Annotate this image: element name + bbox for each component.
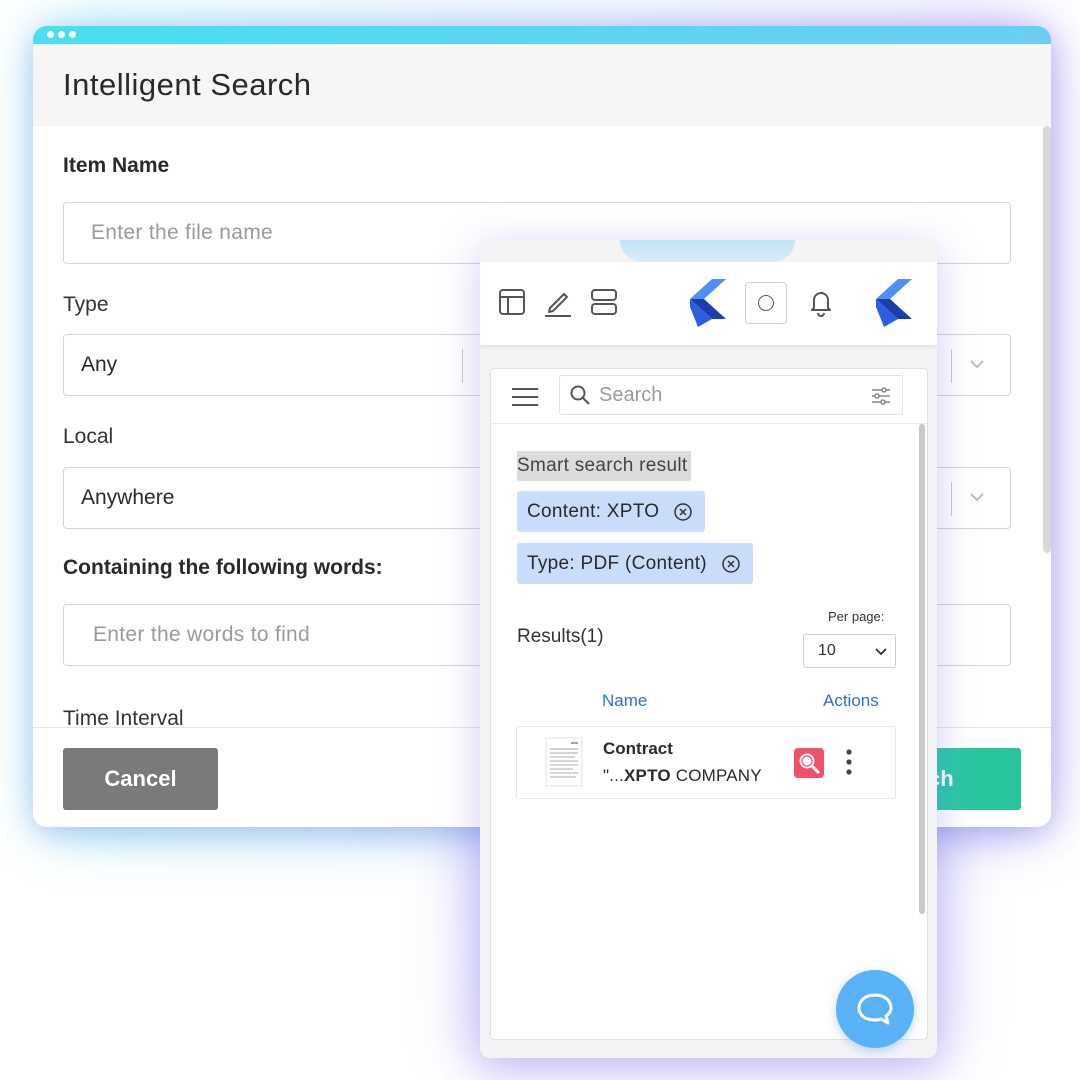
more-options-icon[interactable]: [842, 749, 856, 775]
storage-icon[interactable]: [588, 286, 620, 318]
filter-chip-label: Content: XPTO: [527, 500, 660, 522]
page-title: Intelligent Search: [63, 67, 312, 102]
remove-filter-icon[interactable]: [673, 502, 693, 522]
brand-logo: [876, 279, 912, 327]
divider: [491, 423, 927, 424]
remove-filter-icon[interactable]: [721, 554, 741, 574]
document-thumbnail-icon: [545, 737, 583, 787]
words-placeholder: Enter the words to find: [93, 623, 311, 646]
search-icon: [570, 385, 590, 405]
circle-icon: [758, 295, 774, 311]
results-count: Results(1): [517, 626, 604, 647]
ocr-search-icon[interactable]: [794, 748, 824, 778]
layout-icon[interactable]: [496, 286, 528, 318]
filter-icon[interactable]: [870, 385, 892, 407]
chat-button[interactable]: [836, 970, 914, 1048]
app-toolbar: [480, 262, 937, 345]
select-divider: [951, 482, 952, 516]
window-scrollbar[interactable]: [1043, 126, 1051, 553]
edit-icon[interactable]: [542, 286, 574, 318]
per-page-value: 10: [818, 642, 836, 659]
cancel-button[interactable]: Cancel: [63, 748, 218, 810]
select-divider: [462, 349, 463, 383]
local-label: Local: [63, 425, 114, 448]
type-value: Any: [81, 353, 118, 376]
type-label: Type: [63, 293, 109, 316]
item-name-label: Item Name: [63, 154, 170, 177]
filter-chip: Type: PDF (Content): [517, 543, 753, 584]
snippet-highlight: XPTO: [624, 766, 671, 785]
chevron-down-icon: [970, 493, 984, 502]
snippet-suffix: COMPANY: [670, 766, 762, 785]
per-page-select[interactable]: 10: [803, 634, 896, 668]
window-header: Intelligent Search: [33, 44, 1051, 126]
select-divider: [951, 349, 952, 383]
window-titlebar: [33, 26, 1051, 44]
local-value: Anywhere: [81, 486, 175, 509]
search-input[interactable]: Search: [559, 375, 903, 415]
filter-chip: Content: XPTO: [517, 491, 706, 532]
smart-search-label: Smart search result: [517, 451, 692, 481]
search-placeholder: Search: [599, 383, 663, 406]
per-page-label: Per page:: [828, 609, 885, 624]
snippet-prefix: "...: [603, 766, 625, 785]
results-scrollbar[interactable]: [919, 424, 925, 914]
brand-logo: [690, 279, 726, 327]
filter-chip-label: Type: PDF (Content): [527, 552, 707, 574]
bell-icon[interactable]: [805, 286, 837, 318]
window-dots-icon: [47, 31, 76, 38]
column-header-name[interactable]: Name: [602, 691, 647, 711]
chevron-down-icon: [970, 360, 984, 369]
results-panel: Search Smart search result Content: XPTO…: [490, 368, 928, 1040]
mobile-app-panel: Search Smart search result Content: XPTO…: [480, 240, 937, 1058]
item-name-placeholder: Enter the file name: [91, 221, 273, 244]
column-header-actions: Actions: [823, 691, 879, 710]
menu-icon[interactable]: [511, 387, 539, 407]
panel-notch: [620, 240, 795, 262]
result-row[interactable]: Contract "...XPTO COMPANY: [516, 726, 896, 799]
result-snippet: "...XPTO COMPANY: [603, 766, 762, 786]
circle-button[interactable]: [745, 282, 787, 324]
chevron-down-icon: [875, 648, 887, 656]
chat-bubble-icon: [857, 993, 893, 1025]
result-title: Contract: [603, 739, 673, 758]
words-label: Containing the following words:: [63, 556, 383, 579]
